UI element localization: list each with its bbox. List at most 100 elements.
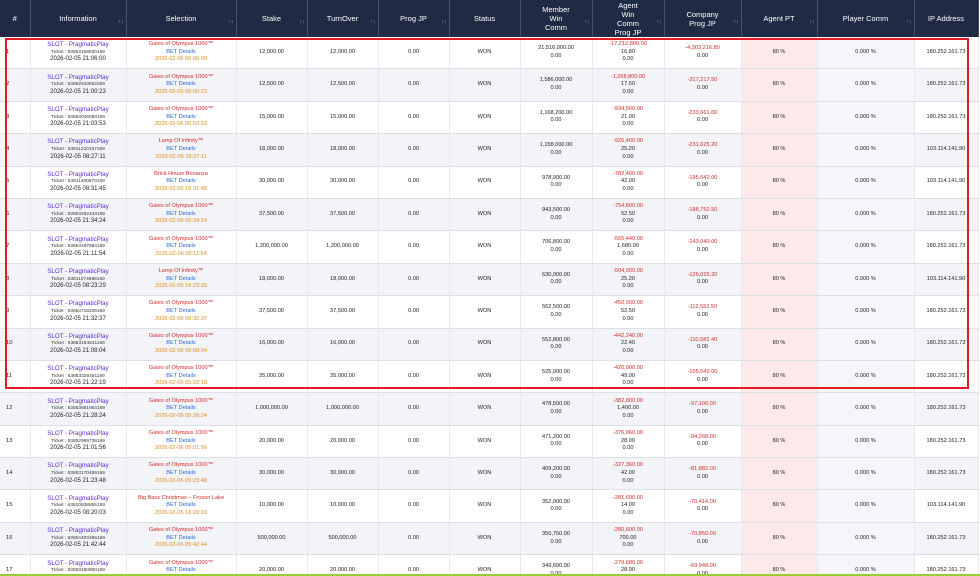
provider-link[interactable]: SLOT - PragmaticPlay [33, 560, 124, 568]
ip-address-cell: 180.252.161.73 [914, 425, 979, 459]
player-comm-cell: 0.000 % [817, 295, 915, 329]
sort-icon[interactable]: ↑↓ [907, 18, 912, 27]
col-header-company-prog-jp[interactable]: Company Prog JP ↑↓ [664, 0, 742, 37]
information-cell: SLOT - PragmaticPlay Ticket : 63810938855… [30, 489, 127, 523]
provider-link[interactable]: SLOT - PragmaticPlay [33, 462, 124, 470]
ticket-number: Ticket : 63853262433169 [51, 211, 105, 217]
member-win-comm-cell: 471,200.00 0.00 [520, 425, 593, 459]
provider-link[interactable]: SLOT - PragmaticPlay [33, 106, 124, 114]
provider-link[interactable]: SLOT - PragmaticPlay [33, 41, 124, 49]
col-header-status[interactable]: Status [449, 0, 521, 37]
agent-win-comm-cell: -281,600.00 14.00 0.00 [592, 489, 665, 523]
col-header-ip-address[interactable]: IP Address [914, 0, 979, 37]
bet-details-link[interactable]: BET Details [129, 502, 234, 510]
table-row[interactable]: 11 SLOT - PragmaticPlay Ticket : 638533254… [0, 360, 979, 394]
company-win: -233,661.00 [687, 109, 718, 116]
company-prog-jp: 0.00 [697, 117, 708, 124]
bet-details-link[interactable]: BET Details [129, 178, 234, 186]
provider-link[interactable]: SLOT - PragmaticPlay [33, 300, 124, 308]
provider-link[interactable]: SLOT - PragmaticPlay [33, 203, 124, 211]
agent-win: -1,268,800.00 [610, 73, 646, 80]
bet-date: 2026-02-05 21:00:23 [50, 88, 106, 95]
provider-link[interactable]: SLOT - PragmaticPlay [33, 527, 124, 535]
table-row[interactable]: 8 SLOT - PragmaticPlay Ticket : 6381107469… [0, 263, 979, 297]
table-row[interactable]: 6 SLOT - PragmaticPlay Ticket : 6385326243… [0, 198, 979, 232]
bet-details-link[interactable]: BET Details [129, 373, 234, 381]
provider-link[interactable]: SLOT - PragmaticPlay [33, 138, 124, 146]
provider-link[interactable]: SLOT - PragmaticPlay [33, 74, 124, 82]
col-header-information[interactable]: Information ↑↓ [30, 0, 127, 37]
table-row[interactable]: 13 SLOT - PragmaticPlay Ticket : 638529897… [0, 425, 979, 459]
company-prog-jp: 0.00 [697, 441, 708, 448]
provider-link[interactable]: SLOT - PragmaticPlay [33, 236, 124, 244]
sort-icon[interactable]: ↑↓ [734, 18, 739, 27]
col-header-label: IP Address [927, 14, 965, 23]
provider-link[interactable]: SLOT - PragmaticPlay [33, 398, 124, 406]
member-win: 352,000.00 [542, 498, 570, 505]
col-header-index[interactable]: # [0, 0, 31, 37]
bet-details-link[interactable]: BET Details [129, 308, 234, 316]
table-row[interactable]: 1 SLOT - PragmaticPlay Ticket : 6385310683… [0, 37, 979, 70]
col-header-prog-jp[interactable]: Prog JP ↑↓ [378, 0, 450, 37]
table-row[interactable]: 15 SLOT - PragmaticPlay Ticket : 638109388… [0, 489, 979, 523]
bet-details-link[interactable]: BET Details [129, 211, 234, 219]
sort-icon[interactable]: ↑↓ [119, 18, 124, 27]
bet-details-link[interactable]: BET Details [129, 114, 234, 122]
provider-link[interactable]: SLOT - PragmaticPlay [33, 430, 124, 438]
table-row[interactable]: 2 SLOT - PragmaticPlay Ticket : 6385294365… [0, 68, 979, 102]
sort-icon[interactable]: ↑↓ [229, 18, 234, 27]
bet-details-link[interactable]: BET Details [129, 340, 234, 348]
bet-details-link[interactable]: BET Details [129, 438, 234, 446]
bet-details-link[interactable]: BET Details [129, 243, 234, 251]
game-name: Lamp Of Infinity™ [158, 138, 204, 145]
agent-win: -281,600.00 [613, 494, 643, 501]
prog-jp-cell: 0.00 [378, 68, 450, 102]
agent-win: -280,600.00 [613, 527, 643, 534]
provider-link[interactable]: SLOT - PragmaticPlay [33, 171, 124, 179]
table-row[interactable]: 12 SLOT - PragmaticPlay Ticket : 638536819… [0, 392, 979, 426]
sort-icon[interactable]: ↑↓ [657, 18, 662, 27]
agent-win: -926,400.00 [613, 138, 643, 145]
table-row[interactable]: 16 SLOT - PragmaticPlay Ticket : 638544034… [0, 522, 979, 556]
provider-link[interactable]: SLOT - PragmaticPlay [33, 268, 124, 276]
table-row[interactable]: 10 SLOT - PragmaticPlay Ticket : 638531645… [0, 328, 979, 361]
table-row[interactable]: 4 SLOT - PragmaticPlay Ticket : 6381122015… [0, 133, 979, 167]
row-number: 14 [0, 457, 31, 491]
bet-details-link[interactable]: BET Details [129, 81, 234, 89]
table-row[interactable]: 14 SLOT - PragmaticPlay Ticket : 638531704… [0, 457, 979, 491]
table-row[interactable]: 17 SLOT - PragmaticPlay Ticket : 638534806… [0, 554, 979, 576]
col-header-agent-pt[interactable]: Agent PT ↑↓ [741, 0, 818, 37]
company-win: -69,948.00 [689, 563, 716, 570]
bet-details-link[interactable]: BET Details [129, 146, 234, 154]
table-row[interactable]: 9 SLOT - PragmaticPlay Ticket : 6385371822… [0, 295, 979, 329]
col-header-player-comm[interactable]: Player Comm ↑↓ [817, 0, 915, 37]
selection-date: 2026-02-06 05:34:24 [155, 218, 207, 225]
col-header-member-win-comm[interactable]: Member Win Comm ↑↓ [520, 0, 593, 37]
bet-details-link[interactable]: BET Details [129, 276, 234, 284]
row-number: 9 [0, 295, 31, 329]
provider-link[interactable]: SLOT - PragmaticPlay [33, 333, 124, 341]
col-header-agent-win-comm[interactable]: Agent Win Comm Prog JP ↑↓ [592, 0, 665, 37]
bet-details-link[interactable]: BET Details [129, 470, 234, 478]
sort-icon[interactable]: ↑↓ [810, 18, 815, 27]
player-comm-cell: 0.000 % [817, 554, 915, 576]
table-row[interactable]: 7 SLOT - PragmaticPlay Ticket : 6385326788… [0, 230, 979, 264]
table-row[interactable]: 5 SLOT - PragmaticPlay Ticket : 6381140067… [0, 166, 979, 199]
bet-details-link[interactable]: BET Details [129, 49, 234, 57]
col-header-stake[interactable]: Stake ↑↓ [236, 0, 308, 37]
sort-icon[interactable]: ↑↓ [442, 18, 447, 27]
sort-icon[interactable]: ↑↓ [585, 18, 590, 27]
sort-icon[interactable]: ↑↓ [300, 18, 305, 27]
status-cell: WON [449, 37, 521, 70]
ip-address-cell: 180.252.161.73 [914, 328, 979, 361]
provider-link[interactable]: SLOT - PragmaticPlay [33, 495, 124, 503]
bet-details-link[interactable]: BET Details [129, 535, 234, 543]
selection-cell: Gates of Olympus 1000™BET Details2026-02… [126, 101, 237, 135]
table-row[interactable]: 3 SLOT - PragmaticPlay Ticket : 6385304608… [0, 101, 979, 135]
bet-details-link[interactable]: BET Details [129, 405, 234, 413]
col-header-turnover[interactable]: TurnOver ↑↓ [307, 0, 379, 37]
provider-link[interactable]: SLOT - PragmaticPlay [33, 365, 124, 373]
row-number: 15 [0, 489, 31, 523]
col-header-selection[interactable]: Selection ↑↓ [126, 0, 237, 37]
sort-icon[interactable]: ↑↓ [371, 18, 376, 27]
